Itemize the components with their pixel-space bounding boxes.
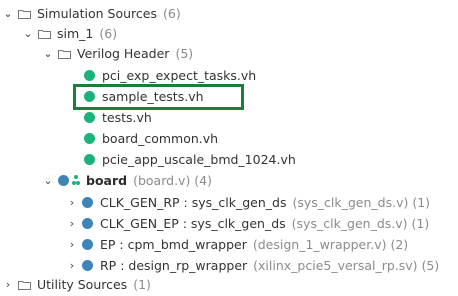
tree-row-board[interactable]: ⌄ board (board.v) (4)	[0, 170, 458, 191]
sources-tree: ⌄ Simulation Sources (6) ⌄ sim_1 (6) ⌄ V…	[0, 0, 458, 296]
folder-icon	[18, 9, 31, 19]
file-status-icon	[84, 112, 95, 123]
chevron-right-icon[interactable]: ›	[66, 259, 78, 272]
tree-row-file[interactable]: pci_exp_expect_tasks.vh	[0, 65, 458, 86]
tree-count: (6)	[163, 6, 181, 21]
module-icon	[82, 260, 93, 271]
module-meta: (design_1_wrapper.v) (2)	[252, 237, 409, 252]
file-label: pci_exp_expect_tasks.vh	[102, 68, 257, 83]
chevron-down-icon[interactable]: ⌄	[42, 47, 54, 60]
file-status-icon	[84, 133, 95, 144]
module-icon	[82, 197, 93, 208]
chevron-right-icon[interactable]: ›	[66, 196, 78, 209]
tree-row-sim-1[interactable]: ⌄ sim_1 (6)	[0, 23, 458, 44]
tree-count: (1)	[133, 277, 151, 292]
module-meta: (sys_clk_gen_ds.v) (1)	[291, 216, 430, 231]
module-label: CLK_GEN_EP : sys_clk_gen_ds	[100, 216, 286, 231]
tree-label: Verilog Header	[77, 46, 170, 61]
chevron-down-icon[interactable]: ⌄	[42, 174, 54, 187]
tree-meta: (board.v) (4)	[133, 173, 212, 188]
tree-row-utility-sources[interactable]: › Utility Sources (1)	[0, 274, 458, 295]
tree-row-module[interactable]: › EP : cpm_bmd_wrapper (design_1_wrapper…	[0, 234, 458, 255]
folder-icon	[38, 29, 51, 39]
chevron-right-icon[interactable]: ›	[66, 238, 78, 251]
tree-row-module[interactable]: › CLK_GEN_RP : sys_clk_gen_ds (sys_clk_g…	[0, 192, 458, 213]
module-meta: (xilinx_pcie5_versal_rp.sv) (5)	[253, 258, 440, 273]
tree-row-file[interactable]: board_common.vh	[0, 128, 458, 149]
tree-count: (5)	[175, 46, 194, 61]
tree-row-file[interactable]: tests.vh	[0, 107, 458, 128]
file-label: pcie_app_uscale_bmd_1024.vh	[102, 152, 296, 167]
tree-label: Utility Sources	[37, 277, 128, 292]
module-label: CLK_GEN_RP : sys_clk_gen_ds	[100, 195, 287, 210]
module-label: RP : design_rp_wrapper	[100, 258, 248, 273]
chevron-down-icon[interactable]: ⌄	[22, 27, 34, 40]
file-status-icon	[84, 154, 95, 165]
module-label: EP : cpm_bmd_wrapper	[100, 237, 247, 252]
module-meta: (sys_clk_gen_ds.v) (1)	[292, 195, 431, 210]
tree-row-simulation-sources[interactable]: ⌄ Simulation Sources (6)	[0, 3, 458, 24]
tree-label: sim_1	[57, 26, 94, 41]
chevron-right-icon[interactable]: ›	[66, 217, 78, 230]
chevron-down-icon[interactable]: ⌄	[2, 7, 14, 20]
tree-label: board	[86, 173, 128, 188]
module-icon	[82, 239, 93, 250]
folder-icon	[18, 280, 31, 290]
hierarchy-icon	[58, 175, 80, 186]
tree-count: (6)	[99, 26, 118, 41]
module-icon	[82, 218, 93, 229]
tree-label: Simulation Sources	[37, 6, 158, 21]
tree-row-verilog-header[interactable]: ⌄ Verilog Header (5)	[0, 43, 458, 64]
tree-row-module[interactable]: › CLK_GEN_EP : sys_clk_gen_ds (sys_clk_g…	[0, 213, 458, 234]
tree-row-module[interactable]: › RP : design_rp_wrapper (xilinx_pcie5_v…	[0, 255, 458, 276]
file-status-icon	[84, 70, 95, 81]
tree-row-file[interactable]: pcie_app_uscale_bmd_1024.vh	[0, 149, 458, 170]
chevron-right-icon[interactable]: ›	[2, 278, 14, 291]
folder-icon	[58, 49, 71, 59]
file-label: board_common.vh	[102, 131, 219, 146]
file-label: tests.vh	[102, 110, 152, 125]
